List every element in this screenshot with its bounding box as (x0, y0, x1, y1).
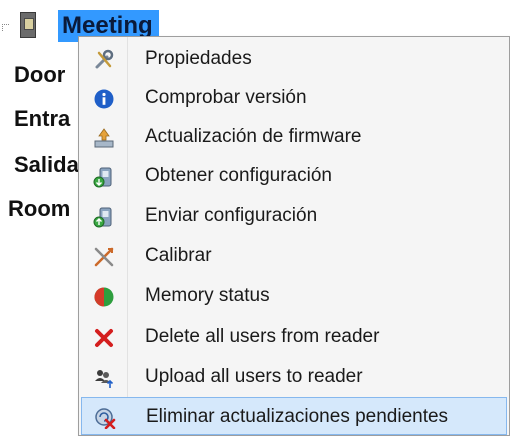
info-icon (94, 89, 114, 109)
get-config-icon (93, 167, 112, 188)
remove-pending-updates-icon (95, 408, 116, 429)
tools-icon (95, 49, 114, 69)
send-config-icon (93, 207, 112, 228)
delete-x-icon (95, 329, 113, 347)
menu-item-propiedades[interactable]: Propiedades (81, 40, 507, 78)
tree-node-entrada[interactable]: Entra (14, 106, 70, 132)
menu-item-label: Delete all users from reader (145, 326, 380, 347)
menu-item-comprobar-version[interactable]: Comprobar versión (81, 79, 507, 117)
menu-item-label: Memory status (145, 285, 270, 306)
tree-node-door[interactable]: Door (14, 62, 65, 88)
menu-item-memory-status[interactable]: Memory status (81, 277, 507, 315)
calibrate-icon (94, 247, 114, 267)
menu-item-label: Eliminar actualizaciones pendientes (146, 406, 449, 427)
menu-item-upload-all-users[interactable]: Upload all users to reader (81, 358, 507, 396)
menu-item-eliminar-actualizaciones[interactable]: Eliminar actualizaciones pendientes (81, 397, 507, 435)
menu-item-obtener-configuracion[interactable]: Obtener configuración (81, 157, 507, 195)
tree-connector (2, 24, 9, 31)
tree-node-salida[interactable]: Salida (14, 152, 79, 178)
reader-device-icon (20, 12, 36, 38)
menu-item-actualizacion-firmware[interactable]: Actualización de firmware (81, 118, 507, 156)
users-upload-icon (95, 370, 114, 388)
context-menu: Propiedades Comprobar versión Actualizac… (78, 36, 510, 436)
menu-item-label: Actualización de firmware (145, 126, 362, 147)
menu-item-label: Upload all users to reader (145, 366, 363, 387)
memory-status-icon (94, 287, 114, 307)
menu-item-label: Propiedades (145, 48, 252, 69)
tree-node-room[interactable]: Room (8, 196, 70, 222)
menu-item-calibrar[interactable]: Calibrar (81, 237, 507, 275)
menu-item-label: Comprobar versión (145, 87, 307, 108)
menu-item-label: Obtener configuración (145, 165, 332, 186)
menu-item-label: Enviar configuración (145, 205, 318, 226)
menu-item-enviar-configuracion[interactable]: Enviar configuración (81, 197, 507, 235)
firmware-update-icon (94, 128, 114, 148)
menu-item-label: Calibrar (145, 245, 212, 266)
menu-item-delete-all-users[interactable]: Delete all users from reader (81, 318, 507, 356)
